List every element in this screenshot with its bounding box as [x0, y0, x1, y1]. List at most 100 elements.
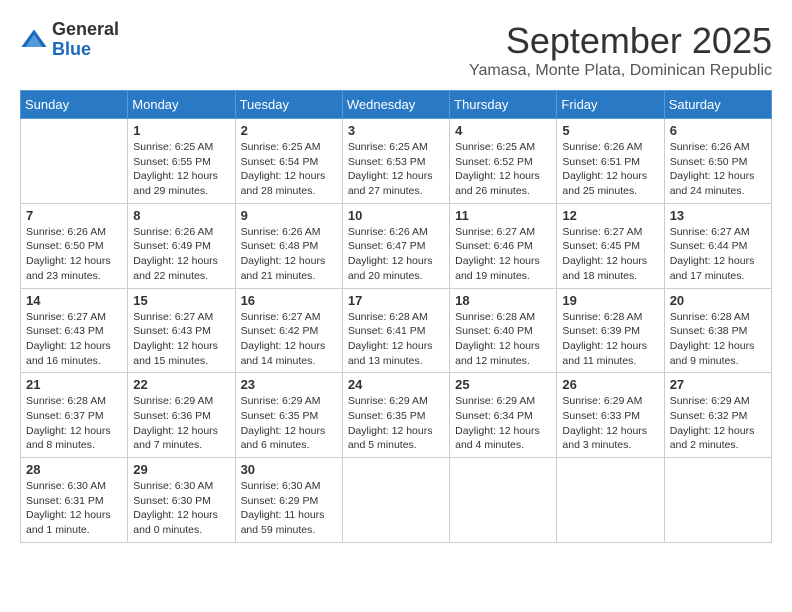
- day-number: 30: [241, 462, 337, 477]
- calendar-cell: 18Sunrise: 6:28 AMSunset: 6:40 PMDayligh…: [450, 288, 557, 373]
- calendar-cell: 24 Sunrise: 6:29 AMSunset: 6:35 PMDayligh…: [342, 373, 449, 458]
- day-info: Sunrise: 6:29 AMSunset: 6:32 PMDaylight:…: [670, 394, 766, 453]
- calendar-cell: 3 Sunrise: 6:25 AMSunset: 6:53 PMDaylight…: [342, 119, 449, 204]
- day-info: Sunrise: 6:27 AMSunset: 6:42 PMDaylight:…: [241, 310, 337, 369]
- weekday-header-tuesday: Tuesday: [235, 91, 342, 119]
- day-info: Sunrise: 6:25 AMSunset: 6:54 PMDaylight:…: [241, 140, 337, 199]
- logo-blue: Blue: [52, 40, 119, 60]
- calendar-cell: 1 Sunrise: 6:25 AMSunset: 6:55 PMDaylight…: [128, 119, 235, 204]
- day-info: Sunrise: 6:26 AMSunset: 6:51 PMDaylight:…: [562, 140, 658, 199]
- day-info: Sunrise: 6:29 AMSunset: 6:36 PMDaylight:…: [133, 394, 229, 453]
- calendar-cell: 12Sunrise: 6:27 AMSunset: 6:45 PMDayligh…: [557, 203, 664, 288]
- day-info: Sunrise: 6:26 AMSunset: 6:50 PMDaylight:…: [26, 225, 122, 284]
- day-number: 20: [670, 293, 766, 308]
- calendar-cell: 2 Sunrise: 6:25 AMSunset: 6:54 PMDaylight…: [235, 119, 342, 204]
- day-number: 22: [133, 377, 229, 392]
- day-number: 4: [455, 123, 551, 138]
- weekday-header-row: SundayMondayTuesdayWednesdayThursdayFrid…: [21, 91, 772, 119]
- day-number: 8: [133, 208, 229, 223]
- calendar-cell: 6 Sunrise: 6:26 AMSunset: 6:50 PMDaylight…: [664, 119, 771, 204]
- day-number: 3: [348, 123, 444, 138]
- day-number: 10: [348, 208, 444, 223]
- calendar-cell: [450, 458, 557, 543]
- day-info: Sunrise: 6:25 AMSunset: 6:55 PMDaylight:…: [133, 140, 229, 199]
- day-number: 2: [241, 123, 337, 138]
- calendar-cell: 26 Sunrise: 6:29 AMSunset: 6:33 PMDayligh…: [557, 373, 664, 458]
- calendar-cell: 11Sunrise: 6:27 AMSunset: 6:46 PMDayligh…: [450, 203, 557, 288]
- day-info: Sunrise: 6:28 AMSunset: 6:41 PMDaylight:…: [348, 310, 444, 369]
- calendar-cell: 5 Sunrise: 6:26 AMSunset: 6:51 PMDaylight…: [557, 119, 664, 204]
- weekday-header-wednesday: Wednesday: [342, 91, 449, 119]
- calendar-cell: 29 Sunrise: 6:30 AMSunset: 6:30 PMDayligh…: [128, 458, 235, 543]
- calendar-cell: 17 Sunrise: 6:28 AMSunset: 6:41 PMDayligh…: [342, 288, 449, 373]
- calendar-cell: 19Sunrise: 6:28 AMSunset: 6:39 PMDayligh…: [557, 288, 664, 373]
- day-number: 15: [133, 293, 229, 308]
- day-number: 29: [133, 462, 229, 477]
- day-info: Sunrise: 6:30 AMSunset: 6:29 PMDaylight:…: [241, 479, 337, 538]
- week-row-5: 28Sunrise: 6:30 AMSunset: 6:31 PMDayligh…: [21, 458, 772, 543]
- day-number: 24: [348, 377, 444, 392]
- day-number: 16: [241, 293, 337, 308]
- calendar-cell: 8 Sunrise: 6:26 AMSunset: 6:49 PMDaylight…: [128, 203, 235, 288]
- calendar-cell: [557, 458, 664, 543]
- day-info: Sunrise: 6:26 AMSunset: 6:47 PMDaylight:…: [348, 225, 444, 284]
- day-info: Sunrise: 6:28 AMSunset: 6:37 PMDaylight:…: [26, 394, 122, 453]
- day-number: 5: [562, 123, 658, 138]
- day-number: 1: [133, 123, 229, 138]
- calendar-cell: 7Sunrise: 6:26 AMSunset: 6:50 PMDaylight…: [21, 203, 128, 288]
- calendar-cell: 21 Sunrise: 6:28 AMSunset: 6:37 PMDayligh…: [21, 373, 128, 458]
- day-number: 13: [670, 208, 766, 223]
- day-number: 9: [241, 208, 337, 223]
- calendar-cell: 16 Sunrise: 6:27 AMSunset: 6:42 PMDayligh…: [235, 288, 342, 373]
- calendar-cell: 14 Sunrise: 6:27 AMSunset: 6:43 PMDayligh…: [21, 288, 128, 373]
- day-number: 21: [26, 377, 122, 392]
- day-info: Sunrise: 6:29 AMSunset: 6:34 PMDaylight:…: [455, 394, 551, 453]
- day-info: Sunrise: 6:29 AMSunset: 6:35 PMDaylight:…: [241, 394, 337, 453]
- day-info: Sunrise: 6:30 AMSunset: 6:31 PMDaylight:…: [26, 479, 122, 538]
- day-number: 26: [562, 377, 658, 392]
- logo-icon: [20, 26, 48, 54]
- calendar-cell: 28Sunrise: 6:30 AMSunset: 6:31 PMDayligh…: [21, 458, 128, 543]
- day-info: Sunrise: 6:27 AMSunset: 6:43 PMDaylight:…: [26, 310, 122, 369]
- week-row-2: 7Sunrise: 6:26 AMSunset: 6:50 PMDaylight…: [21, 203, 772, 288]
- logo-text: General Blue: [52, 20, 119, 60]
- day-number: 12: [562, 208, 658, 223]
- weekday-header-thursday: Thursday: [450, 91, 557, 119]
- day-info: Sunrise: 6:26 AMSunset: 6:50 PMDaylight:…: [670, 140, 766, 199]
- calendar-cell: [664, 458, 771, 543]
- calendar: SundayMondayTuesdayWednesdayThursdayFrid…: [20, 90, 772, 543]
- weekday-header-monday: Monday: [128, 91, 235, 119]
- day-info: Sunrise: 6:27 AMSunset: 6:44 PMDaylight:…: [670, 225, 766, 284]
- logo: General Blue: [20, 20, 119, 60]
- calendar-cell: 30 Sunrise: 6:30 AMSunset: 6:29 PMDayligh…: [235, 458, 342, 543]
- calendar-cell: 27Sunrise: 6:29 AMSunset: 6:32 PMDayligh…: [664, 373, 771, 458]
- day-number: 14: [26, 293, 122, 308]
- weekday-header-friday: Friday: [557, 91, 664, 119]
- day-info: Sunrise: 6:29 AMSunset: 6:35 PMDaylight:…: [348, 394, 444, 453]
- day-info: Sunrise: 6:25 AMSunset: 6:53 PMDaylight:…: [348, 140, 444, 199]
- day-info: Sunrise: 6:27 AMSunset: 6:43 PMDaylight:…: [133, 310, 229, 369]
- day-info: Sunrise: 6:30 AMSunset: 6:30 PMDaylight:…: [133, 479, 229, 538]
- month-title: September 2025: [469, 20, 772, 62]
- day-info: Sunrise: 6:29 AMSunset: 6:33 PMDaylight:…: [562, 394, 658, 453]
- weekday-header-saturday: Saturday: [664, 91, 771, 119]
- calendar-cell: 9Sunrise: 6:26 AMSunset: 6:48 PMDaylight…: [235, 203, 342, 288]
- day-number: 18: [455, 293, 551, 308]
- calendar-cell: 15 Sunrise: 6:27 AMSunset: 6:43 PMDayligh…: [128, 288, 235, 373]
- title-block: September 2025 Yamasa, Monte Plata, Domi…: [469, 20, 772, 80]
- day-info: Sunrise: 6:27 AMSunset: 6:46 PMDaylight:…: [455, 225, 551, 284]
- calendar-cell: 22 Sunrise: 6:29 AMSunset: 6:36 PMDayligh…: [128, 373, 235, 458]
- day-number: 23: [241, 377, 337, 392]
- calendar-cell: 25Sunrise: 6:29 AMSunset: 6:34 PMDayligh…: [450, 373, 557, 458]
- day-info: Sunrise: 6:26 AMSunset: 6:49 PMDaylight:…: [133, 225, 229, 284]
- day-number: 19: [562, 293, 658, 308]
- day-info: Sunrise: 6:25 AMSunset: 6:52 PMDaylight:…: [455, 140, 551, 199]
- calendar-cell: 20 Sunrise: 6:28 AMSunset: 6:38 PMDayligh…: [664, 288, 771, 373]
- day-number: 17: [348, 293, 444, 308]
- calendar-cell: 10 Sunrise: 6:26 AMSunset: 6:47 PMDayligh…: [342, 203, 449, 288]
- day-number: 6: [670, 123, 766, 138]
- day-info: Sunrise: 6:28 AMSunset: 6:38 PMDaylight:…: [670, 310, 766, 369]
- calendar-cell: [342, 458, 449, 543]
- calendar-cell: 13 Sunrise: 6:27 AMSunset: 6:44 PMDayligh…: [664, 203, 771, 288]
- calendar-cell: 4 Sunrise: 6:25 AMSunset: 6:52 PMDaylight…: [450, 119, 557, 204]
